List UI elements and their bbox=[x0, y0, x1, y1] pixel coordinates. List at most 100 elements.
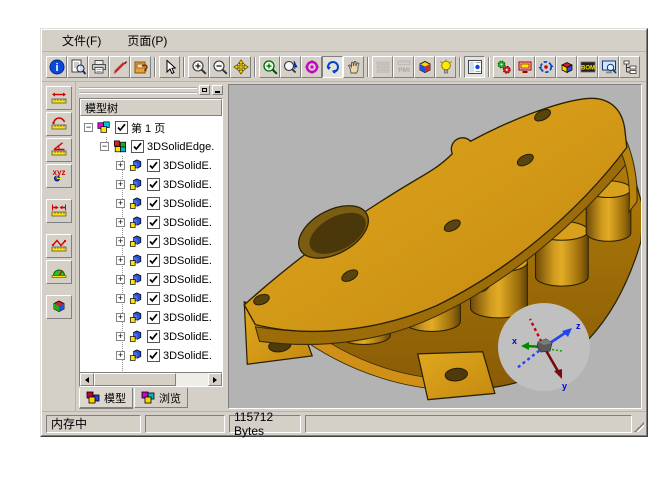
toolbar-separator bbox=[154, 57, 156, 77]
menu-page[interactable]: 页面(P) bbox=[117, 30, 177, 51]
tree-horizontal-scrollbar[interactable] bbox=[80, 372, 222, 386]
bom-button[interactable]: BOM bbox=[577, 56, 598, 78]
measure-volume-button[interactable] bbox=[46, 295, 72, 319]
rotate-center-button[interactable] bbox=[301, 56, 322, 78]
scroll-left-button[interactable] bbox=[80, 373, 94, 386]
tree-expander-plus[interactable]: + bbox=[116, 218, 125, 227]
tree-checkbox[interactable] bbox=[147, 330, 160, 343]
zoom-cursor-button[interactable] bbox=[280, 56, 301, 78]
tab-model[interactable]: 模型 bbox=[79, 388, 133, 409]
resize-grip[interactable] bbox=[634, 422, 644, 432]
scroll-left-icon bbox=[85, 377, 89, 383]
print-button[interactable] bbox=[88, 56, 109, 78]
tree-item-label[interactable]: 3DSolidE. bbox=[163, 255, 212, 267]
tree-expander-plus[interactable]: + bbox=[116, 256, 125, 265]
zoom-window-button[interactable] bbox=[259, 56, 280, 78]
tree-item-label[interactable]: 3DSolidE. bbox=[163, 274, 212, 286]
export-button[interactable] bbox=[130, 56, 151, 78]
axis-y-label: y bbox=[562, 381, 567, 391]
structure-tree-icon bbox=[622, 59, 638, 75]
markup-pen-button[interactable] bbox=[109, 56, 130, 78]
measure-distance-button[interactable] bbox=[46, 86, 72, 110]
tree-checkbox[interactable] bbox=[147, 311, 160, 324]
tree-item-label[interactable]: 3DSolidE. bbox=[163, 293, 212, 305]
lighting-button[interactable] bbox=[435, 56, 456, 78]
tree-item-label[interactable]: 第 1 页 bbox=[131, 120, 165, 136]
tree-expander-plus[interactable]: + bbox=[116, 332, 125, 341]
capture-button[interactable] bbox=[514, 56, 535, 78]
panel-gripper[interactable] bbox=[79, 87, 197, 94]
tree-expander-plus[interactable]: + bbox=[116, 180, 125, 189]
tree-expander-minus[interactable]: − bbox=[100, 142, 109, 151]
measure-angle-icon bbox=[51, 141, 67, 160]
measure-coordinate-button[interactable]: xyz bbox=[46, 164, 72, 188]
tree-expander-plus[interactable]: + bbox=[116, 351, 125, 360]
info-button[interactable]: i bbox=[46, 56, 67, 78]
panel-maximize-button[interactable] bbox=[199, 85, 210, 95]
tree-checkbox[interactable] bbox=[147, 216, 160, 229]
tree-row: +3DSolidE. bbox=[80, 194, 222, 213]
tree-item-label[interactable]: 3DSolidE. bbox=[163, 312, 212, 324]
tab-browse[interactable]: 浏览 bbox=[134, 388, 188, 408]
tree-expander-plus[interactable]: + bbox=[116, 161, 125, 170]
print-preview-icon bbox=[70, 59, 86, 75]
tree-item-label[interactable]: 3DSolidE. bbox=[163, 160, 212, 172]
3d-viewport[interactable]: z y x bbox=[228, 84, 642, 409]
tree-expander-plus[interactable]: + bbox=[116, 294, 125, 303]
measure-angle-button[interactable] bbox=[46, 138, 72, 162]
tree-item-label[interactable]: 3DSolidE. bbox=[163, 331, 212, 343]
measure-volume-icon bbox=[51, 298, 67, 317]
tree-checkbox[interactable] bbox=[147, 159, 160, 172]
panel-minimize-button[interactable] bbox=[212, 85, 223, 95]
tree-expander-plus[interactable]: + bbox=[116, 237, 125, 246]
tree-checkbox[interactable] bbox=[147, 292, 160, 305]
zoom-out-button[interactable] bbox=[209, 56, 230, 78]
tree-checkbox[interactable] bbox=[147, 273, 160, 286]
spin-button[interactable] bbox=[322, 56, 343, 78]
tree-expander-plus[interactable]: + bbox=[116, 199, 125, 208]
tree-item-label[interactable]: 3DSolidE. bbox=[163, 236, 212, 248]
parts-config-button[interactable] bbox=[493, 56, 514, 78]
measure-min-distance-button[interactable] bbox=[46, 199, 72, 223]
tab-browse-label: 浏览 bbox=[159, 390, 181, 406]
hand-pan-button[interactable] bbox=[343, 56, 364, 78]
tree-checkbox[interactable] bbox=[131, 140, 144, 153]
tree-expander-plus[interactable]: + bbox=[116, 275, 125, 284]
panel-toggle-button[interactable] bbox=[464, 56, 485, 78]
tree-expander-minus[interactable]: − bbox=[84, 123, 93, 132]
explode-icon bbox=[559, 59, 575, 75]
tree-checkbox[interactable] bbox=[115, 121, 128, 134]
pmi-button: PMI bbox=[393, 56, 414, 78]
measure-curve-button[interactable] bbox=[46, 112, 72, 136]
tree-item-label[interactable]: 3DSolidE. bbox=[163, 198, 212, 210]
scroll-right-button[interactable] bbox=[208, 373, 222, 386]
print-preview-button[interactable] bbox=[67, 56, 88, 78]
measure-polyline-button[interactable] bbox=[46, 234, 72, 258]
tree-item-label[interactable]: 3DSolidEdge. bbox=[147, 141, 214, 153]
tree-expander-plus[interactable]: + bbox=[116, 313, 125, 322]
assembly-icon bbox=[112, 140, 128, 154]
select-cursor-button[interactable] bbox=[159, 56, 180, 78]
page-icon bbox=[96, 121, 112, 135]
zoom-in-button[interactable] bbox=[188, 56, 209, 78]
scroll-thumb[interactable] bbox=[94, 373, 176, 386]
tree-checkbox[interactable] bbox=[147, 235, 160, 248]
tree-checkbox[interactable] bbox=[147, 349, 160, 362]
pan-arrows-button[interactable] bbox=[230, 56, 251, 78]
animation-button[interactable] bbox=[535, 56, 556, 78]
tree-item-label[interactable]: 3DSolidE. bbox=[163, 217, 212, 229]
menu-file[interactable]: 文件(F) bbox=[52, 30, 111, 51]
preview-window-button[interactable] bbox=[598, 56, 619, 78]
spin-icon bbox=[325, 59, 341, 75]
scroll-track[interactable] bbox=[94, 373, 208, 386]
svg-text:xyz: xyz bbox=[52, 168, 65, 177]
render-mode-button[interactable] bbox=[414, 56, 435, 78]
tree-item-label[interactable]: 3DSolidE. bbox=[163, 179, 212, 191]
structure-tree-button[interactable] bbox=[619, 56, 640, 78]
tree-checkbox[interactable] bbox=[147, 254, 160, 267]
measure-area-button[interactable] bbox=[46, 260, 72, 284]
tree-checkbox[interactable] bbox=[147, 178, 160, 191]
tree-item-label[interactable]: 3DSolidE. bbox=[163, 350, 212, 362]
explode-button[interactable] bbox=[556, 56, 577, 78]
tree-checkbox[interactable] bbox=[147, 197, 160, 210]
